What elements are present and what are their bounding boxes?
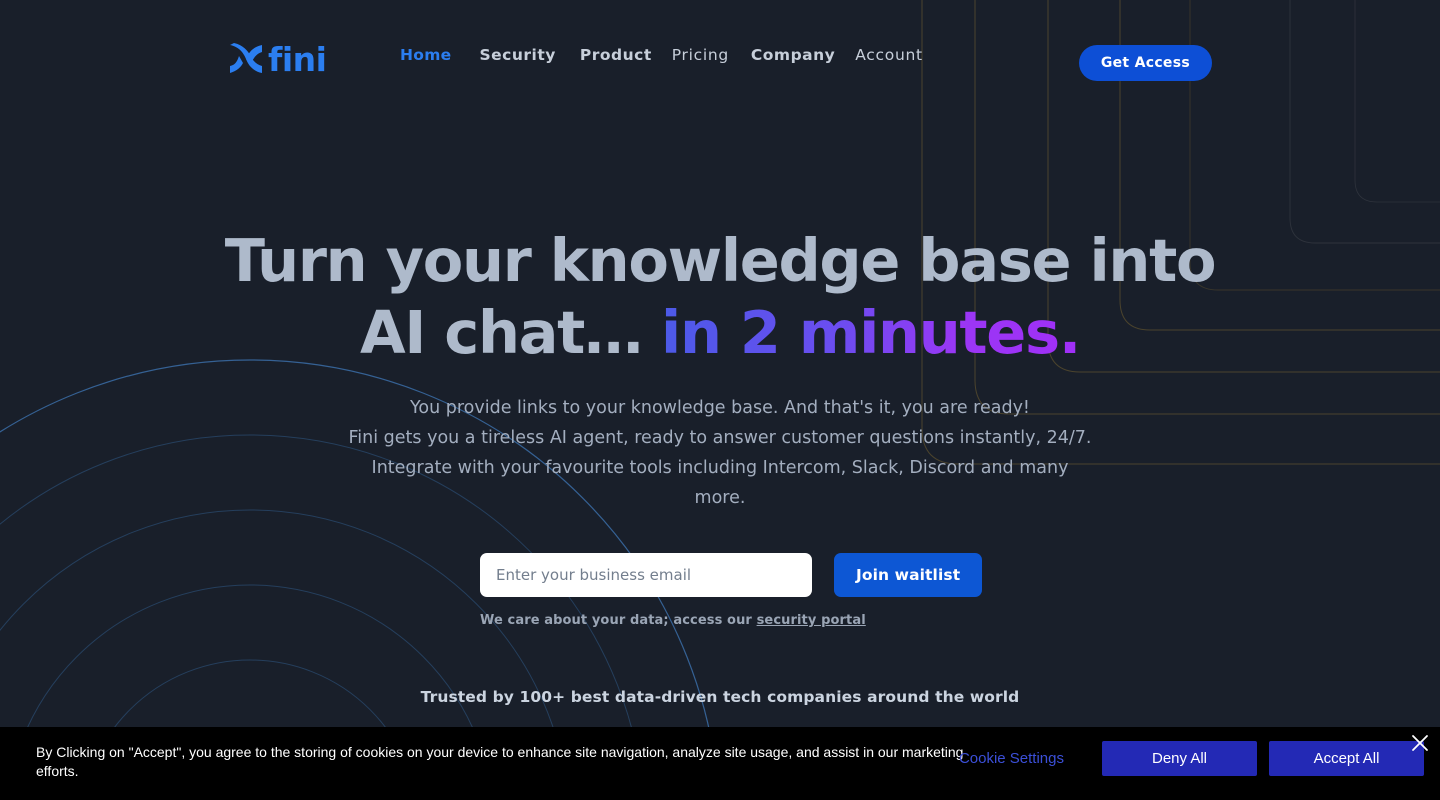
page-title: Turn your knowledge base into AI chat… i…	[0, 225, 1440, 369]
subtitle-line-4: more.	[694, 488, 746, 508]
subtitle-line-2: Fini gets you a tireless AI agent, ready…	[348, 428, 1092, 448]
close-icon[interactable]	[1408, 731, 1432, 755]
logo[interactable]: fini	[228, 39, 327, 79]
page-root: fini Home Security Product Pricing Compa…	[0, 0, 1440, 800]
headline-accent: in 2 minutes.	[661, 297, 1081, 367]
cookie-settings-link[interactable]: Cookie Settings	[959, 750, 1064, 767]
nav-item-pricing[interactable]: Pricing	[672, 46, 729, 64]
subtitle-line-1: You provide links to your knowledge base…	[410, 398, 1030, 418]
nav-item-home[interactable]: Home	[400, 46, 451, 64]
subtitle-line-3: Integrate with your favourite tools incl…	[371, 458, 1069, 478]
join-waitlist-button[interactable]: Join waitlist	[834, 553, 983, 597]
deny-all-button[interactable]: Deny All	[1102, 741, 1257, 776]
trusted-by-text: Trusted by 100+ best data-driven tech co…	[420, 688, 1020, 706]
get-access-button[interactable]: Get Access	[1078, 45, 1212, 81]
nav-item-security[interactable]: Security	[479, 46, 555, 64]
main-navigation: Home Security Product Pricing Company Ac…	[400, 46, 923, 64]
fini-x-logo-icon	[230, 43, 262, 73]
nav-item-product[interactable]: Product	[580, 46, 652, 64]
accept-all-button[interactable]: Accept All	[1269, 741, 1424, 776]
headline-line-2-plain: AI chat…	[360, 297, 662, 367]
cookie-consent-banner: By Clicking on "Accept", you agree to th…	[0, 727, 1440, 800]
email-input[interactable]	[480, 553, 812, 597]
cookie-actions: Cookie Settings Deny All Accept All	[959, 741, 1424, 776]
privacy-note: We care about your data; access our secu…	[480, 613, 982, 628]
cookie-message: By Clicking on "Accept", you agree to th…	[36, 744, 964, 779]
hero-subtitle: You provide links to your knowledge base…	[0, 393, 1440, 513]
nav-item-account[interactable]: Account	[855, 46, 922, 64]
privacy-note-text: We care about your data; access our	[480, 613, 757, 628]
waitlist-signup-form: Join waitlist We care about your data; a…	[480, 553, 983, 628]
nav-item-company[interactable]: Company	[751, 46, 835, 64]
site-header: fini Home Security Product Pricing Compa…	[0, 0, 1440, 122]
logo-text: fini	[268, 39, 327, 79]
security-portal-link[interactable]: security portal	[757, 613, 866, 628]
headline-line-1: Turn your knowledge base into	[224, 226, 1217, 295]
